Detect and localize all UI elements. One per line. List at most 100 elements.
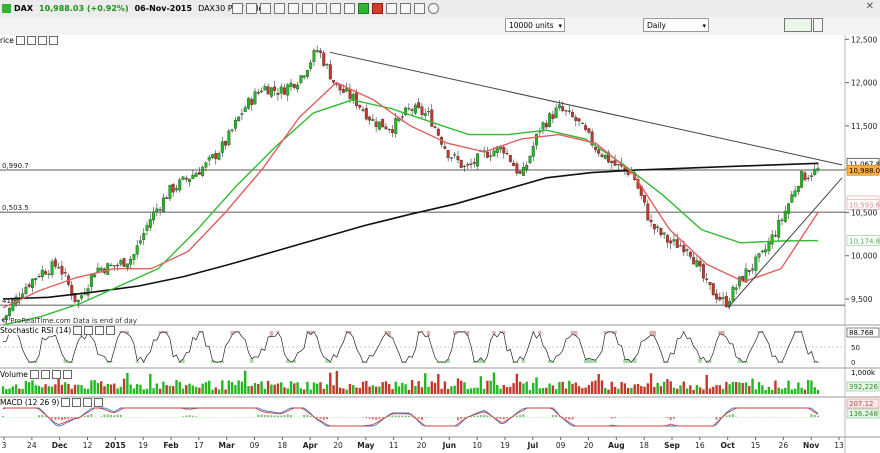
macd-hist-bar xyxy=(362,417,365,418)
volume-bar xyxy=(332,385,335,394)
candle xyxy=(492,150,496,157)
window-close-icon[interactable]: ✕ xyxy=(866,1,874,12)
sell-arrow-icon[interactable] xyxy=(372,2,383,14)
volume-bar xyxy=(554,389,558,394)
maximize-icon[interactable] xyxy=(84,326,94,335)
maximize-icon[interactable] xyxy=(26,36,36,45)
alert-icon[interactable] xyxy=(400,2,411,14)
restore-icon[interactable] xyxy=(95,326,105,335)
candle xyxy=(535,133,538,146)
volume-bar xyxy=(581,388,584,394)
restore-icon[interactable] xyxy=(51,370,61,379)
volume-bar xyxy=(777,387,780,394)
close-panel-icon[interactable] xyxy=(62,370,72,379)
oversold-fill xyxy=(325,359,329,363)
macd-hist-bar xyxy=(64,417,67,420)
macd-hist-bar xyxy=(407,415,410,418)
buy-arrow-icon[interactable] xyxy=(358,2,369,14)
order-icon[interactable] xyxy=(386,2,397,14)
chart-type-icon[interactable] xyxy=(784,18,812,32)
x-tick-label: 24 xyxy=(27,441,37,450)
volume-bar xyxy=(194,386,198,394)
crosshair-icon[interactable] xyxy=(232,2,243,14)
maximize-icon[interactable] xyxy=(72,398,82,407)
volume-bar xyxy=(1,386,5,394)
volume-bar xyxy=(289,381,293,394)
wrench-icon[interactable] xyxy=(73,326,83,335)
text-tool-icon[interactable] xyxy=(316,2,327,14)
trash-icon[interactable] xyxy=(344,2,355,14)
candle xyxy=(737,276,741,287)
volume-bar xyxy=(479,376,483,394)
candle xyxy=(757,253,761,258)
candle xyxy=(211,154,214,158)
volume-bar xyxy=(715,385,718,394)
candle xyxy=(508,155,512,162)
channel-icon[interactable] xyxy=(288,2,299,14)
candle xyxy=(803,172,807,181)
wrench-icon[interactable] xyxy=(61,398,71,407)
volume-bar xyxy=(662,381,666,394)
candle xyxy=(613,160,617,166)
wrench-icon[interactable] xyxy=(15,36,25,45)
volume-bar xyxy=(689,385,692,394)
volume-bar xyxy=(5,389,8,394)
price-tag-label: 10,593.6 xyxy=(849,201,880,209)
volume-tag-label: 392,226 xyxy=(849,383,878,391)
settings-icon[interactable] xyxy=(813,18,823,32)
maximize-icon[interactable] xyxy=(40,370,50,379)
x-tick-label: 26 xyxy=(779,441,789,450)
timeframe-select[interactable]: Daily ▾ xyxy=(643,18,709,32)
close-panel-icon[interactable] xyxy=(48,36,58,45)
candle xyxy=(122,258,126,267)
volume-bar xyxy=(496,384,499,394)
macd-hist-bar xyxy=(368,417,371,419)
units-select[interactable]: 10000 units ▾ xyxy=(505,18,565,32)
instrument-name[interactable]: DAX xyxy=(14,4,33,13)
candle xyxy=(701,264,705,279)
candle xyxy=(528,155,532,164)
close-panel-icon[interactable] xyxy=(106,326,116,335)
volume-bar xyxy=(502,384,505,394)
macd-hist-bar xyxy=(476,415,479,418)
candle xyxy=(764,249,768,253)
volume-bar xyxy=(764,389,767,394)
volume-bar xyxy=(158,388,162,394)
restore-icon[interactable] xyxy=(37,36,47,45)
ellipse-icon[interactable] xyxy=(428,2,439,14)
candle xyxy=(436,128,440,136)
macd-hist-bar xyxy=(110,414,113,418)
volume-bar xyxy=(221,380,224,394)
candle xyxy=(793,190,797,197)
candle xyxy=(656,226,660,228)
volume-bar xyxy=(721,388,725,394)
overbought-fill xyxy=(649,331,653,335)
candle xyxy=(577,118,581,122)
rectangle-icon[interactable] xyxy=(414,2,425,14)
candle xyxy=(643,194,646,203)
volume-bar xyxy=(636,383,640,394)
watermark: © ProRealTime.com Data is end of day xyxy=(1,317,137,325)
fibonacci-icon[interactable] xyxy=(302,2,313,14)
candle xyxy=(456,156,460,161)
vertical-line-icon[interactable] xyxy=(260,2,271,14)
macd-hist-bar xyxy=(54,417,57,420)
restore-icon[interactable] xyxy=(83,398,93,407)
volume-bar xyxy=(132,388,136,394)
wrench-icon[interactable] xyxy=(29,370,39,379)
macd-hist-bar xyxy=(460,417,463,420)
volume-bar xyxy=(293,383,296,394)
macd-hist-bar xyxy=(571,417,574,420)
horizontal-line-icon[interactable] xyxy=(274,2,285,14)
chart-area[interactable]: 0,990.70,503.54165 12,50012,00011,50011,… xyxy=(0,35,880,453)
volume-bar xyxy=(741,382,744,394)
close-panel-icon[interactable] xyxy=(94,398,104,407)
volume-bar xyxy=(237,380,240,394)
candle xyxy=(165,197,169,199)
candle xyxy=(734,287,738,290)
line-tool-icon[interactable] xyxy=(246,2,257,14)
lock-icon[interactable] xyxy=(330,2,341,14)
volume-bar xyxy=(374,386,378,394)
candle xyxy=(711,283,715,296)
candle xyxy=(40,269,44,278)
